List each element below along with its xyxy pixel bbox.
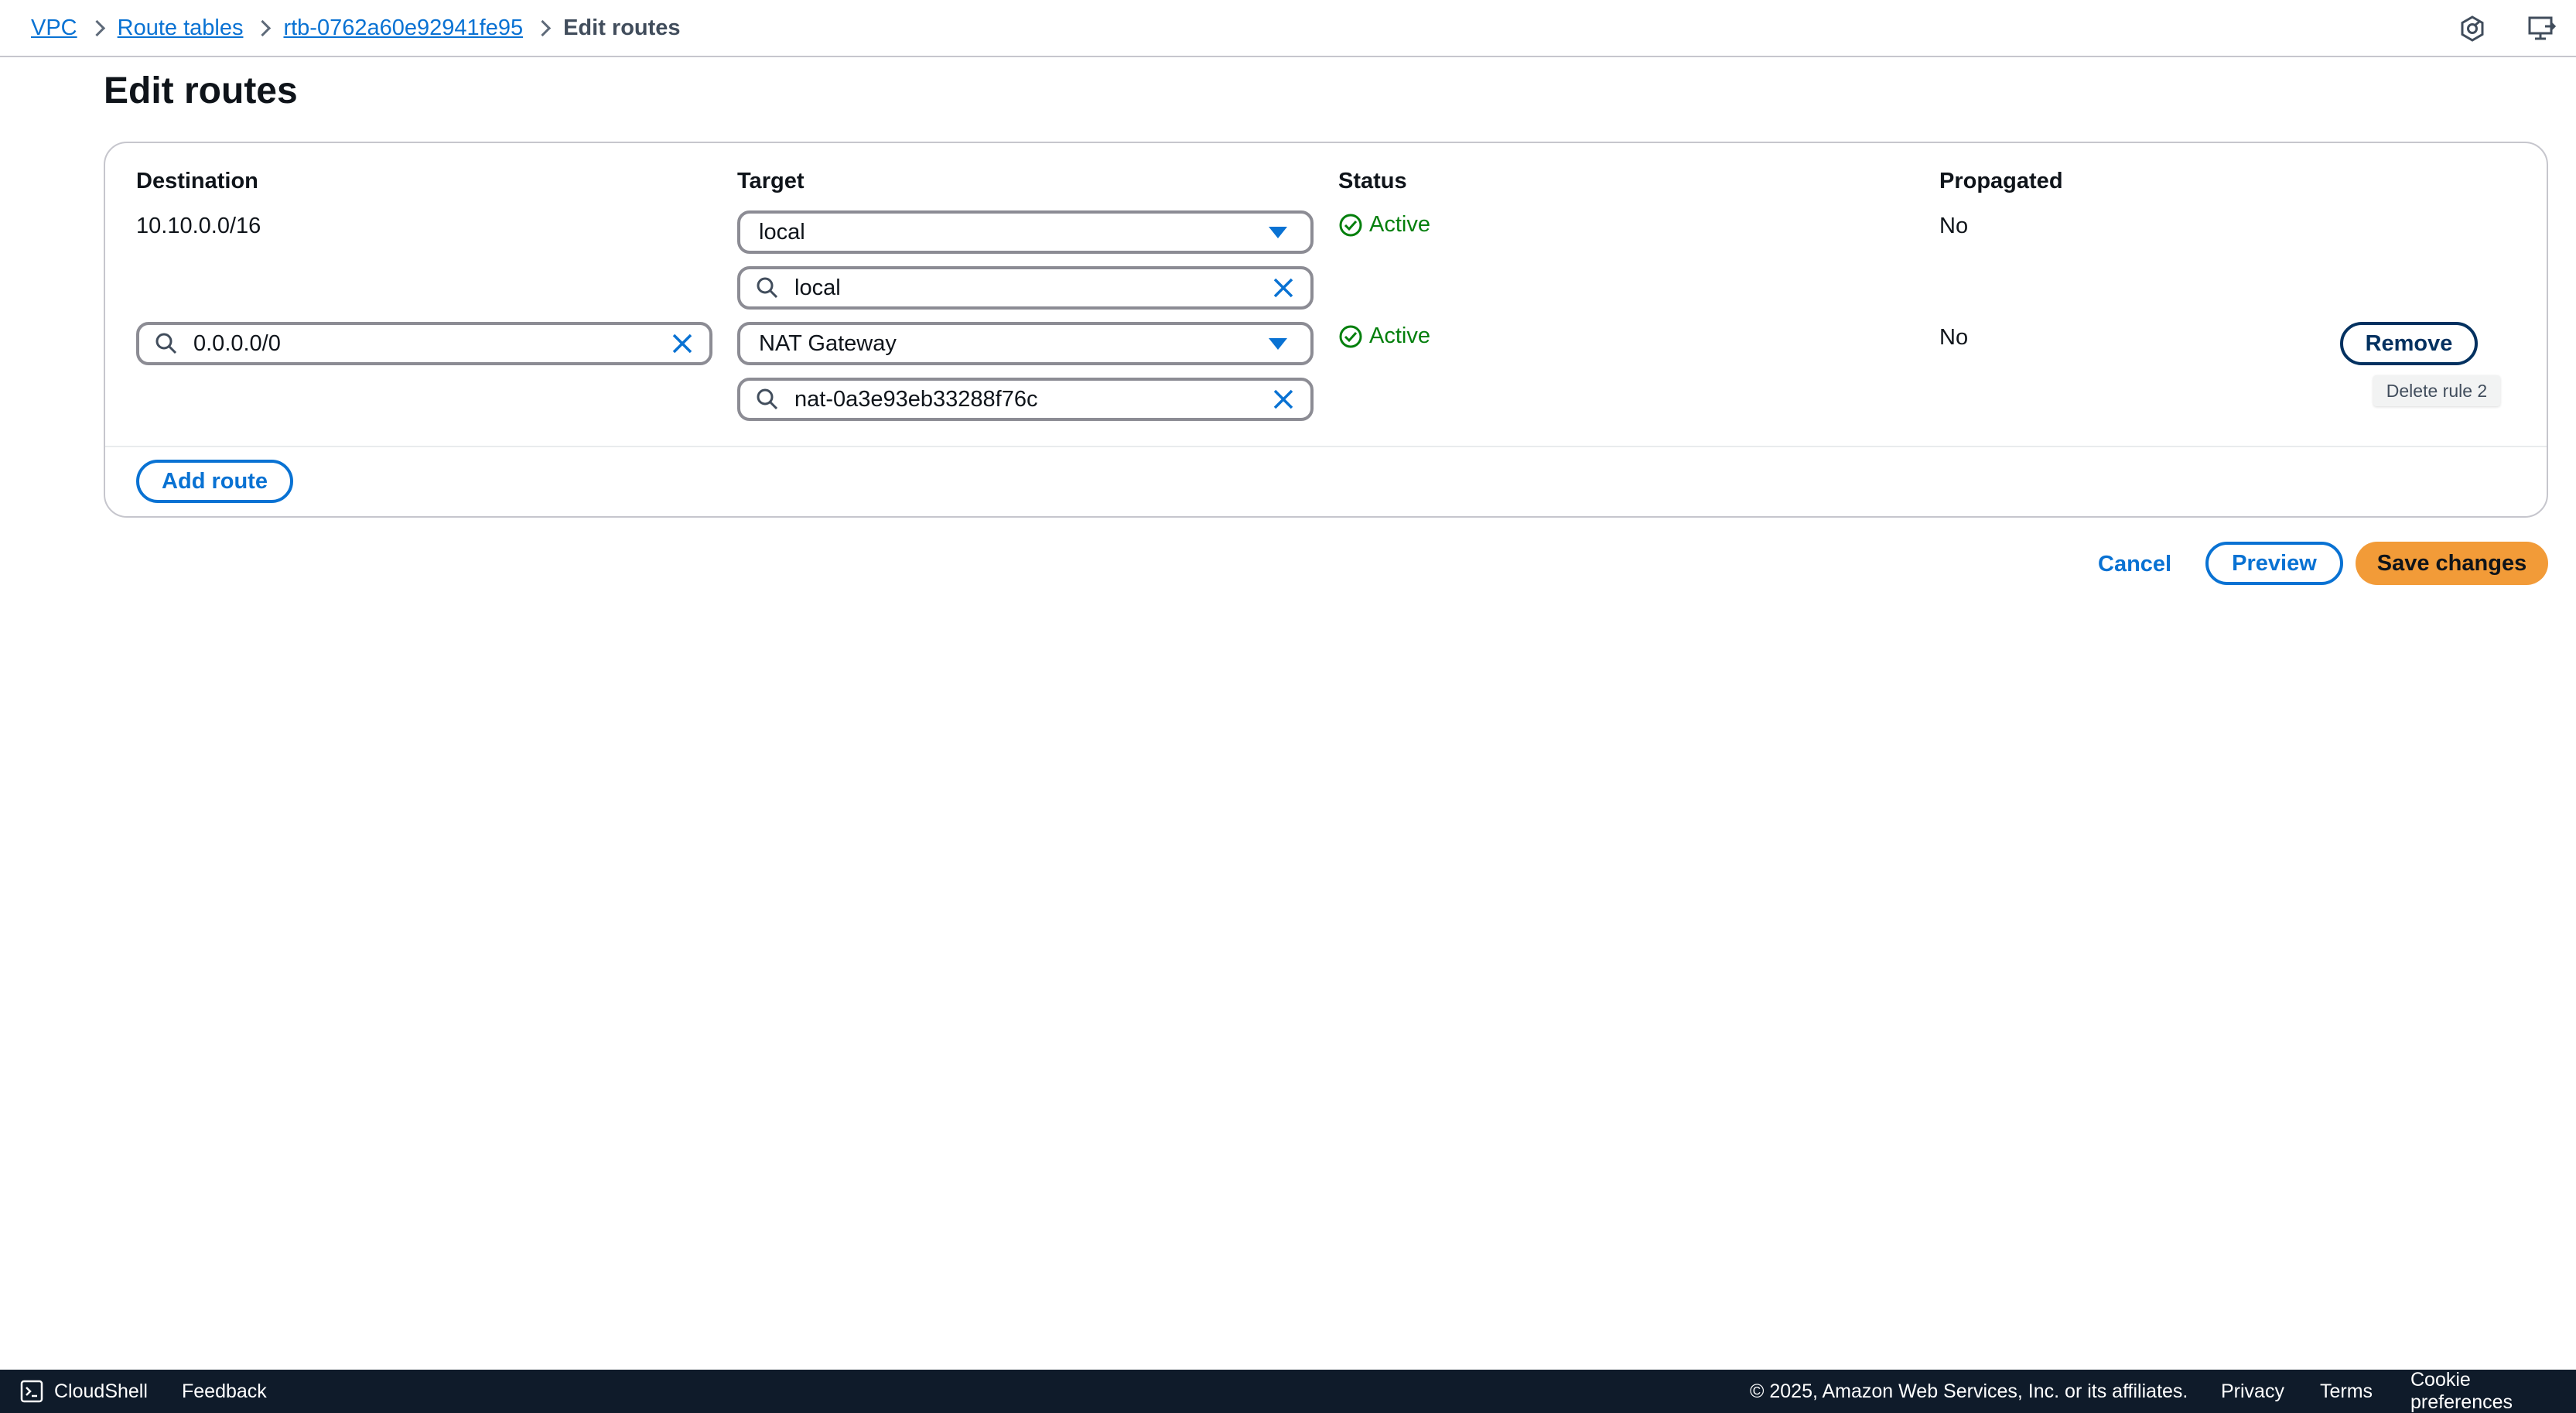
remove-tooltip: Delete rule 2 <box>2373 375 2500 406</box>
breadcrumb: VPC Route tables rtb-0762a60e92941fe95 E… <box>31 15 681 41</box>
row2-target-type-value: NAT Gateway <box>759 330 897 356</box>
check-circle-icon <box>1339 325 1362 347</box>
search-icon <box>153 330 179 357</box>
row1-target-search-value: local <box>794 275 841 300</box>
preview-button[interactable]: Preview <box>2205 542 2343 585</box>
terminal-icon <box>20 1380 43 1403</box>
chevron-right-icon <box>77 16 118 39</box>
remove-button[interactable]: Remove <box>2340 322 2478 365</box>
check-circle-icon <box>1339 214 1362 236</box>
row1-target-type-select[interactable]: local <box>737 210 1314 254</box>
search-icon <box>754 386 781 412</box>
feedback-link[interactable]: Feedback <box>182 1370 267 1413</box>
row2-target-type-select[interactable]: NAT Gateway <box>737 322 1314 365</box>
row1-destination: 10.10.0.0/16 <box>136 214 261 238</box>
hexagon-settings-icon[interactable] <box>2455 12 2489 46</box>
footer: CloudShell Feedback © 2025, Amazon Web S… <box>0 1369 2576 1413</box>
row2-status: Active <box>1338 323 1430 349</box>
search-icon <box>754 275 781 301</box>
chevron-right-icon <box>243 16 283 39</box>
add-route-button[interactable]: Add route <box>136 460 293 503</box>
row2-target-search-value: nat-0a3e93eb33288f76c <box>794 386 1038 412</box>
row1-target-type-value: local <box>759 219 805 245</box>
breadcrumb-vpc[interactable]: VPC <box>31 15 77 41</box>
row2-target-search[interactable]: nat-0a3e93eb33288f76c <box>737 378 1314 421</box>
breadcrumb-current: Edit routes <box>563 15 681 40</box>
row1-propagated: No <box>1939 214 1969 238</box>
page-title: Edit routes <box>104 70 298 111</box>
row2-destination-input[interactable]: 0.0.0.0/0 <box>136 322 712 365</box>
row2-propagated: No <box>1939 325 1969 350</box>
row2-status-text: Active <box>1369 323 1430 348</box>
target-header: Target <box>737 169 805 193</box>
save-changes-button[interactable]: Save changes <box>2356 542 2548 585</box>
status-header: Status <box>1338 169 1407 193</box>
row2-destination-value: 0.0.0.0/0 <box>193 330 281 356</box>
breadcrumb-route-table-id[interactable]: rtb-0762a60e92941fe95 <box>283 15 523 41</box>
privacy-link[interactable]: Privacy <box>2221 1370 2284 1413</box>
destination-header: Destination <box>136 169 258 193</box>
top-bar: VPC Route tables rtb-0762a60e92941fe95 E… <box>0 0 2576 57</box>
breadcrumb-route-tables[interactable]: Route tables <box>118 15 244 41</box>
divider <box>105 446 2547 447</box>
cloudshell-link[interactable]: CloudShell <box>20 1370 148 1413</box>
cancel-button[interactable]: Cancel <box>2098 552 2171 577</box>
chevron-right-icon <box>523 16 563 39</box>
screen-share-icon[interactable] <box>2525 12 2559 46</box>
cloudshell-label: CloudShell <box>54 1380 148 1402</box>
copyright-text: © 2025, Amazon Web Services, Inc. or its… <box>1750 1380 2188 1402</box>
cookie-preferences-link[interactable]: Cookie preferences <box>2410 1369 2576 1413</box>
clear-icon[interactable] <box>668 329 697 358</box>
row1-status-text: Active <box>1369 212 1430 237</box>
row1-status: Active <box>1338 212 1430 238</box>
propagated-header: Propagated <box>1939 169 2063 193</box>
caret-down-icon <box>1269 226 1287 238</box>
terms-link[interactable]: Terms <box>2320 1370 2373 1413</box>
caret-down-icon <box>1269 337 1287 350</box>
clear-icon[interactable] <box>1269 273 1298 303</box>
row1-target-search[interactable]: local <box>737 266 1314 310</box>
clear-icon[interactable] <box>1269 385 1298 414</box>
